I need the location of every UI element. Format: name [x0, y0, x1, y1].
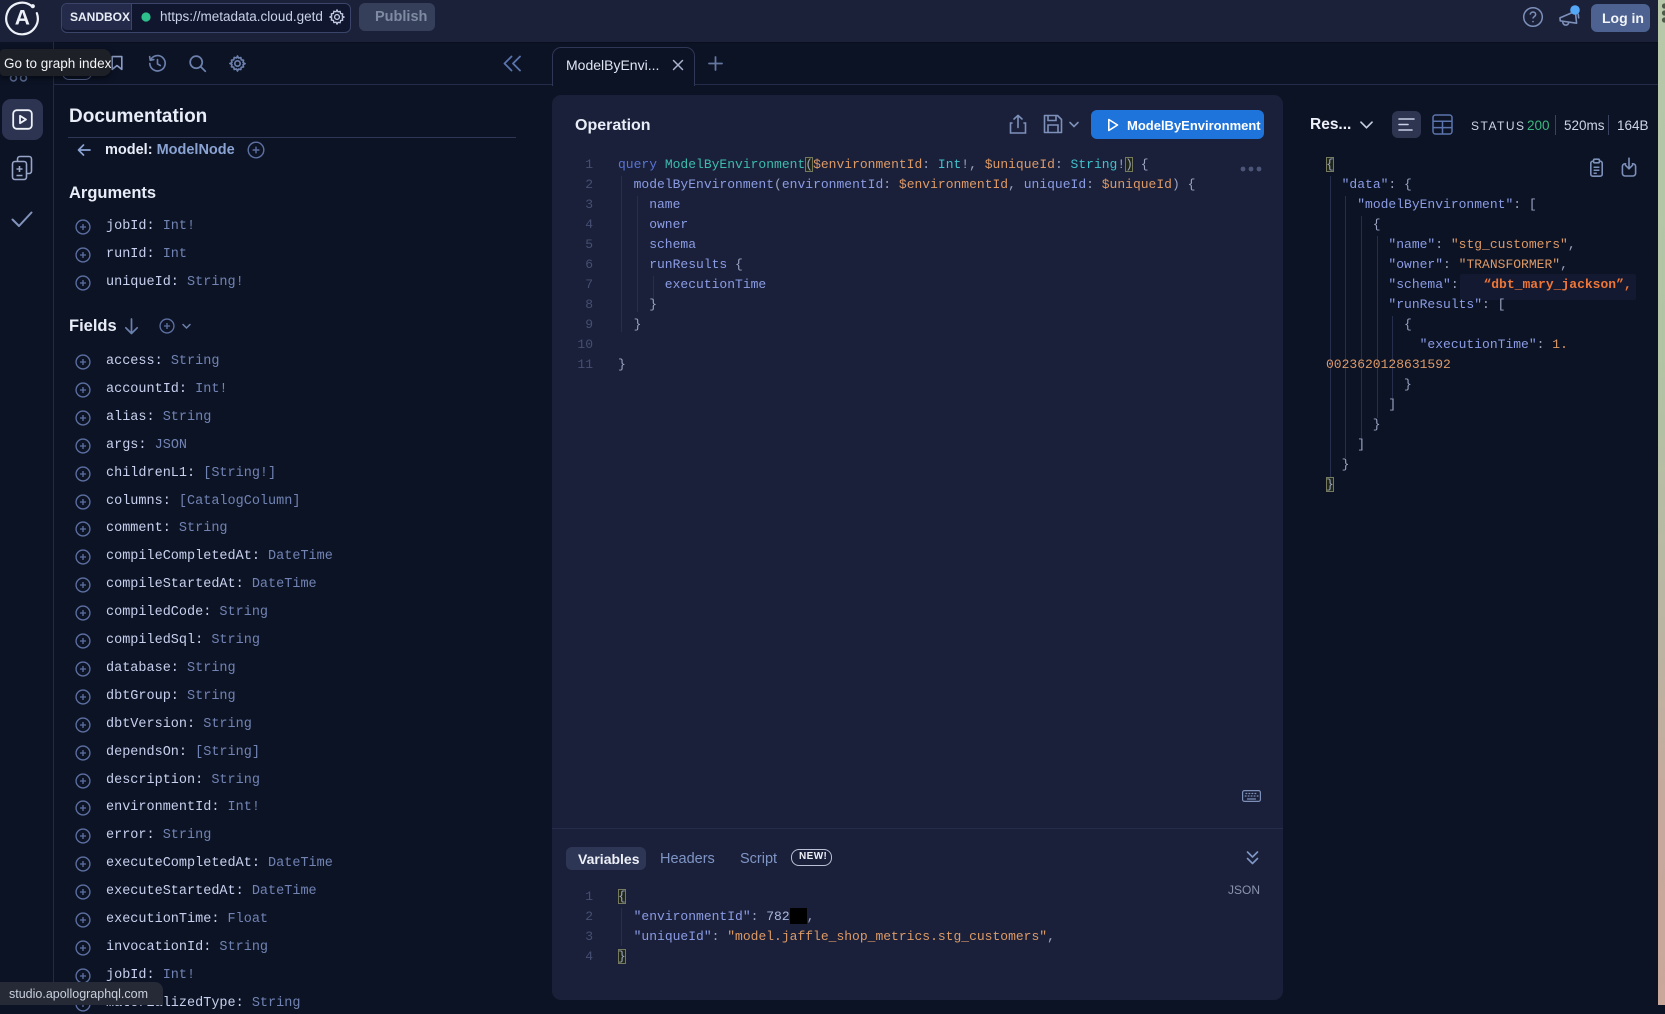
- svg-text:A: A: [15, 6, 30, 29]
